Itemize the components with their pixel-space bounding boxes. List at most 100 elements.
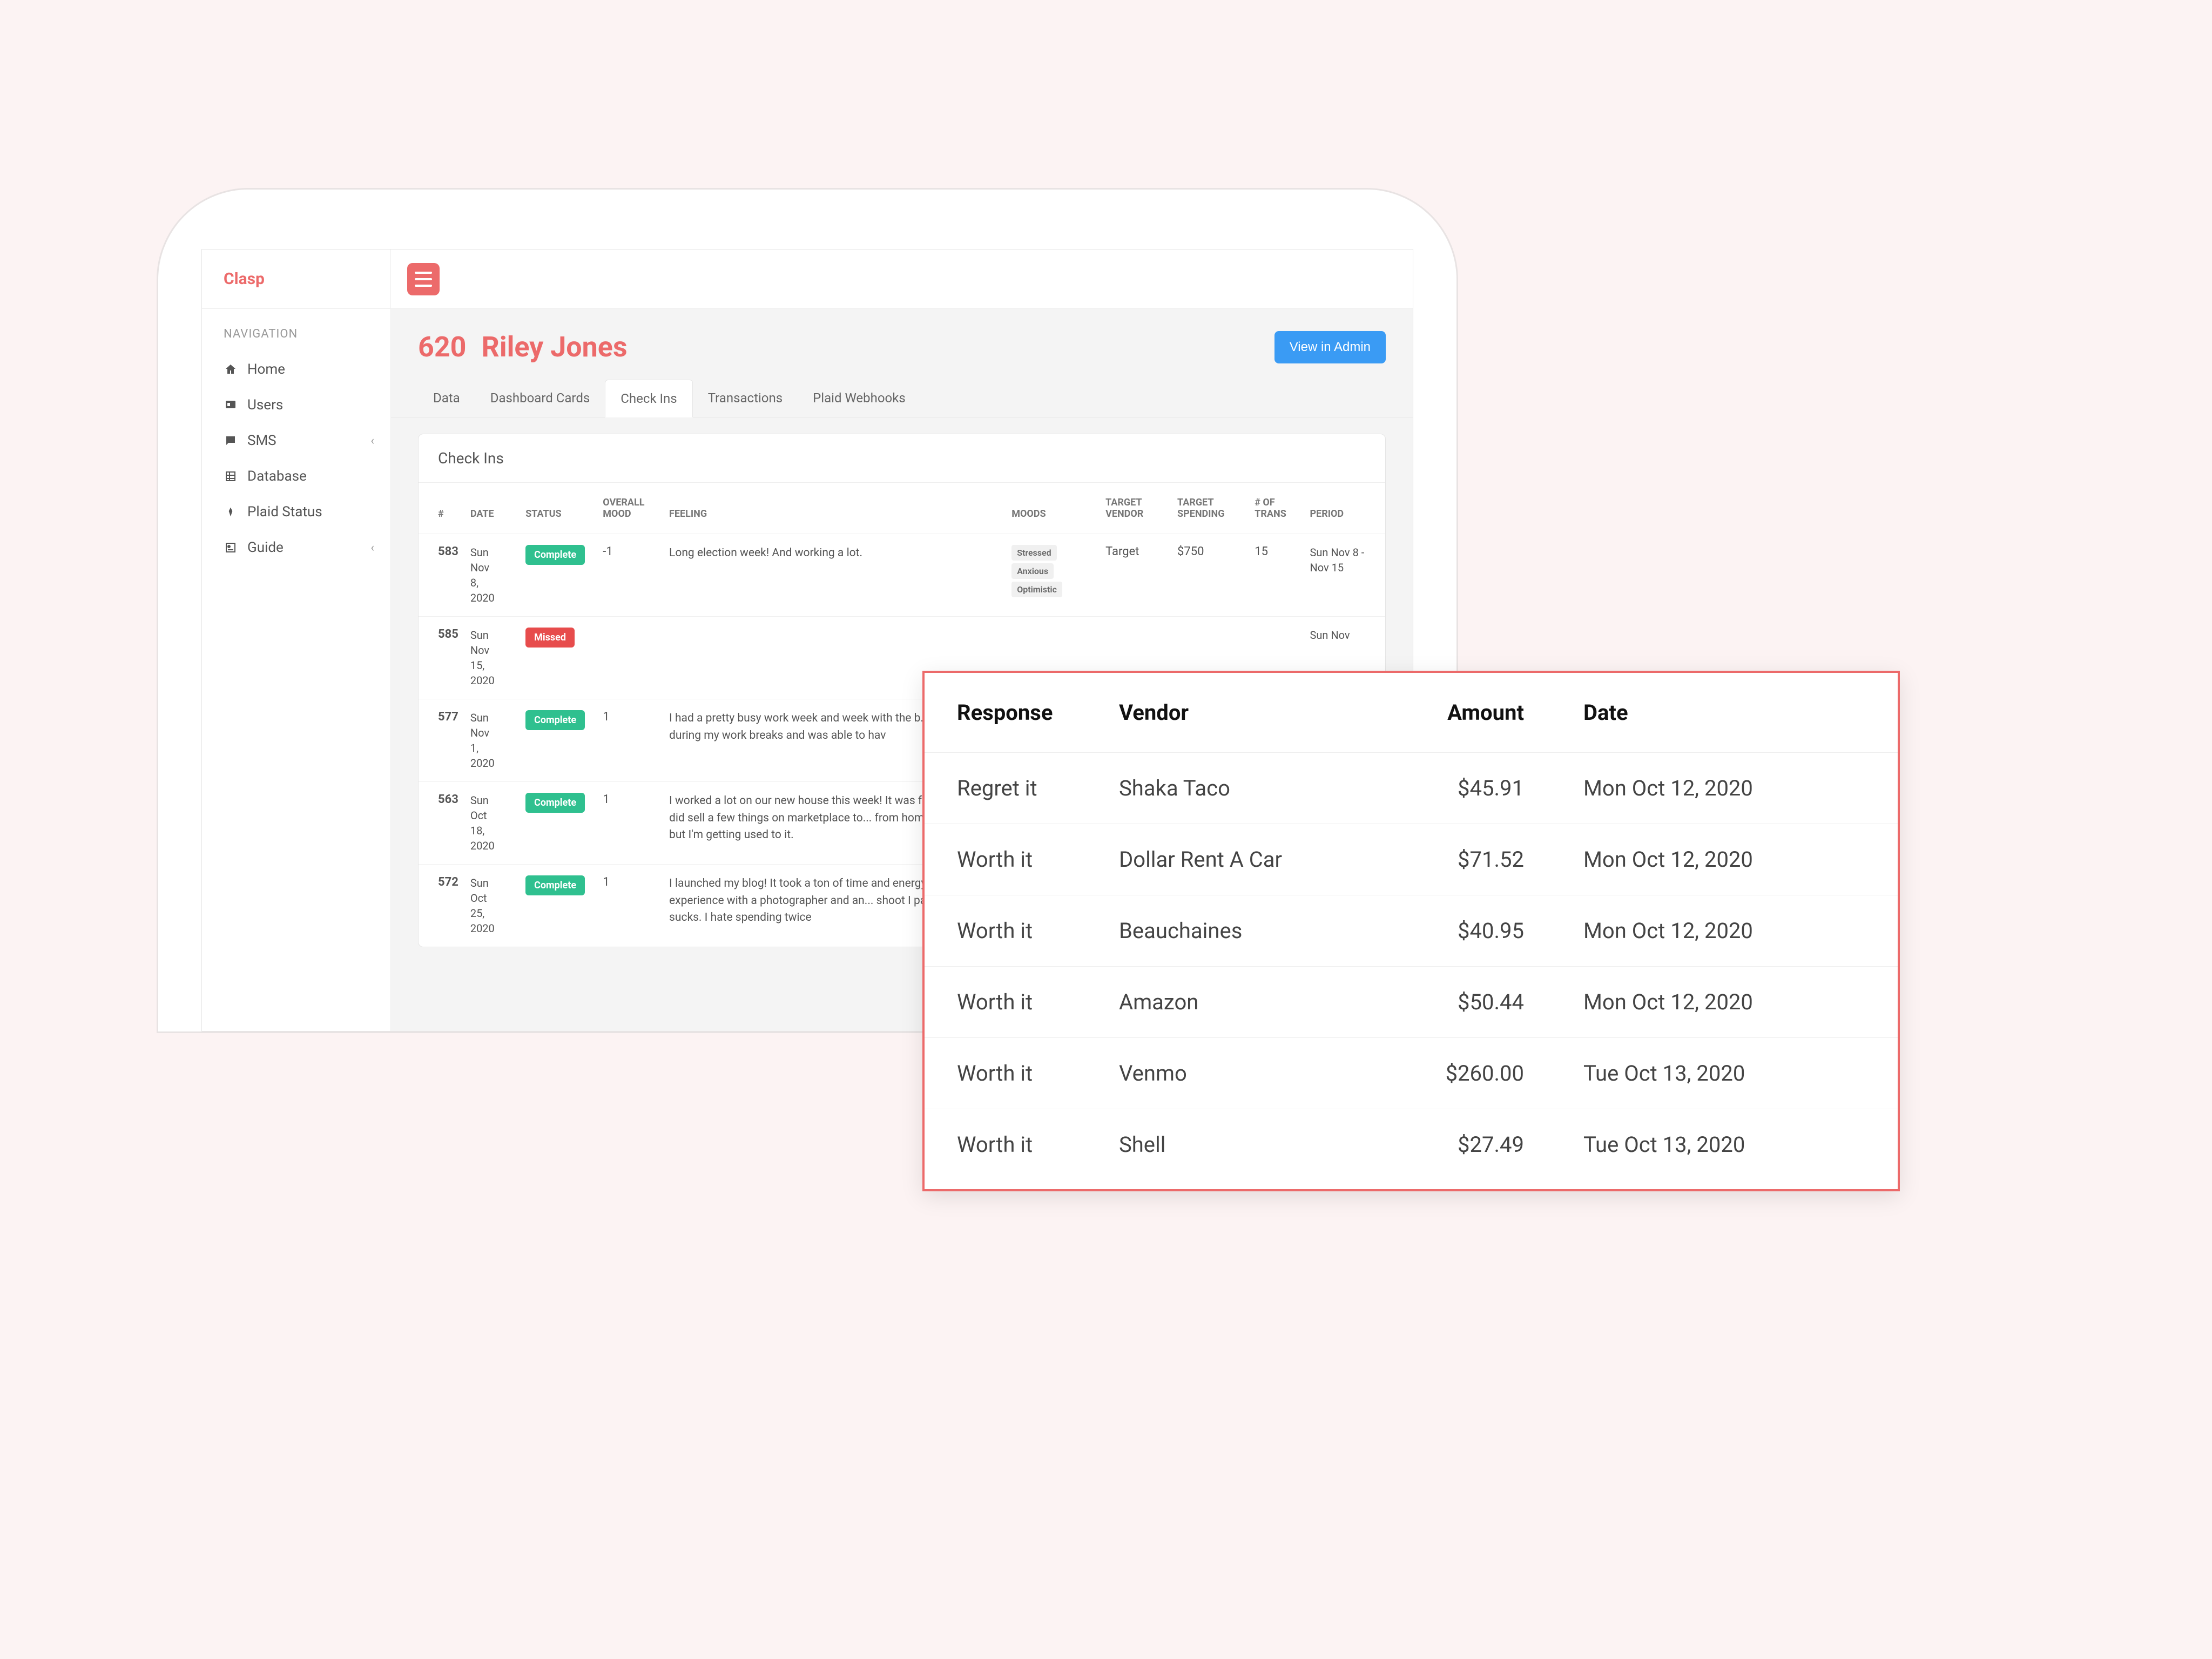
cell-response: Worth it bbox=[925, 1109, 1097, 1181]
cell-amount: $45.91 bbox=[1384, 753, 1562, 824]
cell-id: 583 bbox=[419, 534, 463, 617]
th-status: STATUS bbox=[518, 483, 595, 534]
home-icon bbox=[224, 362, 238, 376]
cell-amount: $260.00 bbox=[1384, 1038, 1562, 1109]
cell-date: Mon Oct 12, 2020 bbox=[1562, 967, 1898, 1038]
sidebar-item-label: SMS bbox=[247, 433, 276, 449]
chevron-left-icon: ‹ bbox=[370, 541, 374, 555]
status-badge: Complete bbox=[525, 793, 585, 813]
th-overall-mood: OVERALL MOOD bbox=[595, 483, 662, 534]
mood-tag: Optimistic bbox=[1011, 582, 1062, 597]
guide-icon bbox=[224, 541, 238, 555]
cell-date: SunNov1,2020 bbox=[463, 699, 518, 782]
cell-response: Regret it bbox=[925, 753, 1097, 824]
cell-moods: Stressed Anxious Optimistic bbox=[1004, 534, 1098, 617]
nav-heading: NAVIGATION bbox=[202, 320, 390, 352]
cell-amount: $40.95 bbox=[1384, 895, 1562, 967]
cell-overall-mood: -1 bbox=[595, 534, 662, 617]
status-badge: Missed bbox=[525, 628, 575, 648]
status-badge: Complete bbox=[525, 545, 585, 565]
sidebar-item-plaid-status[interactable]: Plaid Status bbox=[202, 494, 390, 530]
sidebar-item-label: Home bbox=[247, 361, 285, 377]
cell-num-trans: 15 bbox=[1247, 534, 1302, 617]
sidebar-item-sms[interactable]: SMS‹ bbox=[202, 423, 390, 458]
cell-overall-mood: 1 bbox=[595, 865, 662, 947]
cell-id: 577 bbox=[419, 699, 463, 782]
cell-status: Complete bbox=[518, 782, 595, 865]
cell-feeling: Long election week! And working a lot. bbox=[662, 534, 1004, 617]
tab-dashboard-cards[interactable]: Dashboard Cards bbox=[475, 380, 605, 417]
cell-status: Complete bbox=[518, 865, 595, 947]
status-badge: Complete bbox=[525, 875, 585, 895]
cell-response: Worth it bbox=[925, 824, 1097, 895]
cell-status: Complete bbox=[518, 699, 595, 782]
tab-plaid-webhooks[interactable]: Plaid Webhooks bbox=[798, 380, 921, 417]
cell-date: SunOct25,2020 bbox=[463, 865, 518, 947]
sidebar-item-database[interactable]: Database bbox=[202, 458, 390, 494]
cell-date: Mon Oct 12, 2020 bbox=[1562, 895, 1898, 967]
table-row[interactable]: 583SunNov8,2020 Complete -1Long election w… bbox=[419, 534, 1385, 617]
cell-status: Missed bbox=[518, 617, 595, 699]
transactions-overlay: Response Vendor Amount Date Regret itSha… bbox=[922, 671, 1900, 1191]
sidebar-item-label: Plaid Status bbox=[247, 504, 322, 520]
database-icon bbox=[224, 469, 238, 483]
cell-amount: $27.49 bbox=[1384, 1109, 1562, 1181]
cell-overall-mood: 1 bbox=[595, 782, 662, 865]
cell-response: Worth it bbox=[925, 967, 1097, 1038]
table-row[interactable]: Regret itShaka Taco$45.91Mon Oct 12, 202… bbox=[925, 753, 1898, 824]
sidebar-item-guide[interactable]: Guide‹ bbox=[202, 530, 390, 565]
th-amount: Amount bbox=[1384, 673, 1562, 753]
cell-date: Mon Oct 12, 2020 bbox=[1562, 753, 1898, 824]
page-id: 620 bbox=[418, 331, 467, 363]
cell-response: Worth it bbox=[925, 895, 1097, 967]
transactions-table: Response Vendor Amount Date Regret itSha… bbox=[925, 673, 1898, 1180]
view-in-admin-button[interactable]: View in Admin bbox=[1274, 331, 1386, 363]
cell-vendor: Venmo bbox=[1097, 1038, 1384, 1109]
cell-overall-mood bbox=[595, 617, 662, 699]
mood-tag: Anxious bbox=[1011, 563, 1054, 579]
table-row[interactable]: Worth itAmazon$50.44Mon Oct 12, 2020 bbox=[925, 967, 1898, 1038]
th-feeling: FEELING bbox=[662, 483, 1004, 534]
cell-id: 563 bbox=[419, 782, 463, 865]
cell-vendor: Shell bbox=[1097, 1109, 1384, 1181]
cell-response: Worth it bbox=[925, 1038, 1097, 1109]
cell-target-vendor: Target bbox=[1098, 534, 1170, 617]
cell-vendor: Beauchaines bbox=[1097, 895, 1384, 967]
th-date: Date bbox=[1562, 673, 1898, 753]
cell-date: Tue Oct 13, 2020 bbox=[1562, 1109, 1898, 1181]
cell-period: Sun Nov 8 - Nov 15 bbox=[1303, 534, 1386, 617]
cell-vendor: Amazon bbox=[1097, 967, 1384, 1038]
th-period: PERIOD bbox=[1303, 483, 1386, 534]
sms-icon bbox=[224, 434, 238, 448]
sidebar-item-label: Database bbox=[247, 468, 307, 484]
mood-tag: Stressed bbox=[1011, 545, 1056, 561]
cell-amount: $50.44 bbox=[1384, 967, 1562, 1038]
th-date: DATE bbox=[463, 483, 518, 534]
cell-status: Complete bbox=[518, 534, 595, 617]
cell-id: 585 bbox=[419, 617, 463, 699]
th-response: Response bbox=[925, 673, 1097, 753]
page-name: Riley Jones bbox=[482, 331, 628, 363]
tab-check-ins[interactable]: Check Ins bbox=[605, 380, 692, 417]
table-row[interactable]: Worth itBeauchaines$40.95Mon Oct 12, 202… bbox=[925, 895, 1898, 967]
sidebar-item-label: Users bbox=[247, 397, 283, 413]
cell-date: SunNov8,2020 bbox=[463, 534, 518, 617]
table-row[interactable]: Worth itVenmo$260.00Tue Oct 13, 2020 bbox=[925, 1038, 1898, 1109]
panel-title: Check Ins bbox=[419, 434, 1385, 483]
sidebar-item-users[interactable]: Users bbox=[202, 387, 390, 423]
cell-vendor: Shaka Taco bbox=[1097, 753, 1384, 824]
tabs: DataDashboard CardsCheck InsTransactions… bbox=[391, 380, 1413, 417]
tab-data[interactable]: Data bbox=[418, 380, 475, 417]
table-row[interactable]: Worth itDollar Rent A Car$71.52Mon Oct 1… bbox=[925, 824, 1898, 895]
table-row[interactable]: Worth itShell$27.49Tue Oct 13, 2020 bbox=[925, 1109, 1898, 1181]
hamburger-menu-icon[interactable] bbox=[407, 263, 440, 295]
th-target-spending: TARGET SPENDING bbox=[1170, 483, 1247, 534]
cell-date: Mon Oct 12, 2020 bbox=[1562, 824, 1898, 895]
sidebar-item-home[interactable]: Home bbox=[202, 352, 390, 387]
cell-date: Tue Oct 13, 2020 bbox=[1562, 1038, 1898, 1109]
cell-amount: $71.52 bbox=[1384, 824, 1562, 895]
brand-logo[interactable]: Clasp bbox=[202, 249, 391, 308]
cell-date: SunNov15,2020 bbox=[463, 617, 518, 699]
th-moods: MOODS bbox=[1004, 483, 1098, 534]
tab-transactions[interactable]: Transactions bbox=[693, 380, 798, 417]
